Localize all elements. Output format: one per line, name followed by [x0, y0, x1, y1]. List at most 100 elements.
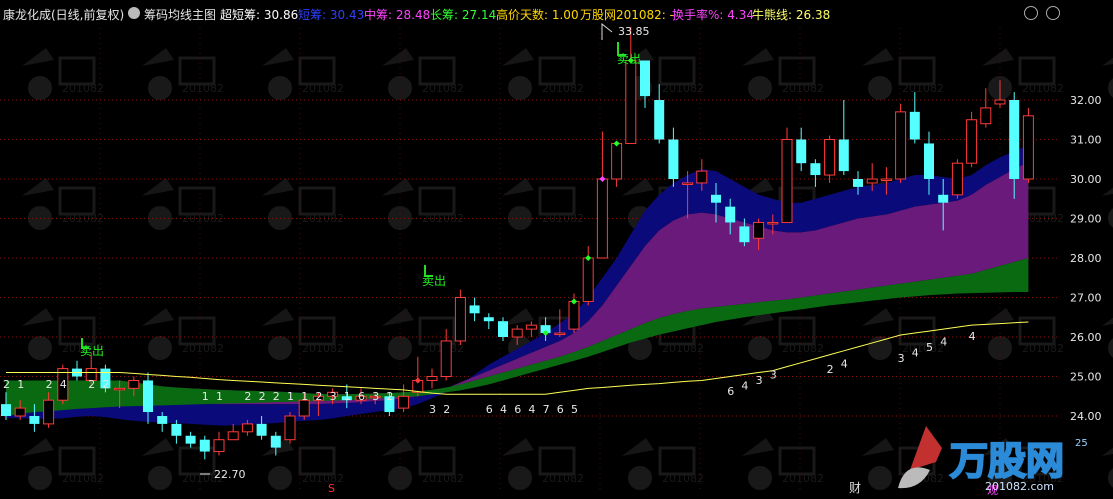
digit-label: 3 — [429, 403, 436, 416]
candle-body — [753, 221, 765, 239]
digit-label: 7 — [543, 403, 550, 416]
digit-label: 4 — [741, 380, 748, 393]
bottom-marker-cai: 财 — [849, 481, 861, 495]
candle-body — [128, 379, 140, 389]
candle-body — [880, 178, 892, 181]
digit-label: 2 — [259, 390, 266, 403]
low-price-label: 22.70 — [214, 468, 246, 481]
candle-body — [554, 332, 566, 336]
price-axis-label: 29.00 — [1070, 213, 1102, 226]
candle-body — [568, 300, 580, 330]
candle-body — [838, 139, 849, 172]
candle-body — [1, 404, 11, 416]
candle-body — [909, 111, 920, 140]
digit-label: 4 — [500, 403, 507, 416]
digit-label: 6 — [514, 403, 521, 416]
candle-body — [143, 380, 153, 413]
digit-label: 6 — [727, 385, 734, 398]
digit-label: 2 — [315, 390, 322, 403]
candle-body — [483, 317, 494, 322]
candle-body — [454, 297, 466, 342]
digit-label: 4 — [940, 336, 947, 349]
candle-body — [640, 60, 650, 97]
digit-label: 2 — [827, 363, 834, 376]
digit-label: 6 — [557, 403, 564, 416]
candle-body — [668, 139, 679, 179]
digit-label: 4 — [912, 347, 919, 360]
candle-body — [270, 435, 281, 448]
candle-body — [611, 142, 623, 180]
candle-body — [426, 376, 438, 381]
digit-label: 3 — [330, 390, 337, 403]
digit-label: 6 — [486, 403, 493, 416]
digit-label: 5 — [926, 341, 933, 354]
candle-body — [951, 162, 963, 196]
candle-body — [696, 170, 708, 184]
sell-label-1: 卖出 — [80, 344, 104, 358]
candle-body — [810, 163, 821, 176]
candle-body — [1022, 115, 1034, 180]
candle-body — [171, 423, 182, 436]
candle-body — [966, 119, 978, 164]
digit-label: 2 — [46, 378, 53, 391]
candle-body — [796, 139, 807, 164]
high-price-label: 33.85 — [618, 25, 650, 38]
candle-body — [511, 328, 523, 338]
price-axis-label: 26.00 — [1070, 331, 1102, 344]
digit-label: 3 — [756, 374, 763, 387]
candle-body — [725, 206, 736, 223]
candle-body — [114, 387, 126, 391]
candle-body — [1009, 100, 1020, 179]
price-axis-label: 30.00 — [1070, 173, 1102, 186]
digit-label: 1 — [17, 378, 24, 391]
watermark-brand: 万股网 — [950, 439, 1064, 483]
candle-body — [199, 439, 210, 452]
candle-body — [525, 324, 537, 330]
digit-label: 3 — [372, 390, 379, 403]
candle-body — [625, 60, 637, 144]
candlestick-chart[interactable]: 201082 212422112221123163232646476564332… — [0, 0, 1113, 499]
digit-label: 2 — [386, 390, 393, 403]
candle-body — [682, 182, 694, 185]
candle-body — [227, 431, 239, 441]
digit-label: 2 — [3, 378, 10, 391]
candle-body — [213, 439, 225, 453]
candle-body — [866, 178, 878, 184]
candle-body — [14, 407, 26, 417]
candle-body — [157, 416, 168, 424]
sell-label-2: 卖出 — [422, 274, 446, 288]
digit-label: 1 — [287, 390, 294, 403]
price-axis-label: 28.00 — [1070, 252, 1102, 265]
digit-label: 1 — [216, 390, 223, 403]
candle-body — [781, 139, 793, 223]
price-axis-partial-label: 25 — [1075, 438, 1088, 449]
candle-body — [284, 415, 296, 441]
candle-body — [29, 416, 40, 424]
candle-body — [767, 221, 779, 225]
candle-body — [498, 321, 508, 337]
digit-label: 2 — [244, 390, 251, 403]
candle-body — [185, 435, 196, 444]
price-axis-label: 24.00 — [1070, 410, 1102, 423]
candle-body — [596, 178, 608, 259]
price-axis-label: 32.00 — [1070, 94, 1102, 107]
digit-label: 3 — [898, 352, 905, 365]
digit-label: 4 — [60, 378, 67, 391]
digit-label: 1 — [301, 390, 308, 403]
candle-body — [739, 226, 750, 243]
candle-body — [398, 395, 410, 409]
candle-body — [43, 399, 55, 425]
sell-label-3: 卖出 — [617, 52, 641, 66]
digit-label: 6 — [358, 390, 365, 403]
digit-label: 1 — [344, 390, 351, 403]
price-axis-label: 25.00 — [1070, 371, 1102, 384]
candle-body — [980, 107, 992, 125]
digit-label: 2 — [88, 378, 95, 391]
candle-body — [853, 179, 863, 187]
candle-body — [582, 257, 594, 302]
candle-body — [440, 340, 452, 378]
candle-body — [256, 423, 267, 436]
digit-label: 4 — [841, 358, 848, 371]
candle-body — [654, 100, 665, 140]
candle-body — [895, 111, 907, 180]
